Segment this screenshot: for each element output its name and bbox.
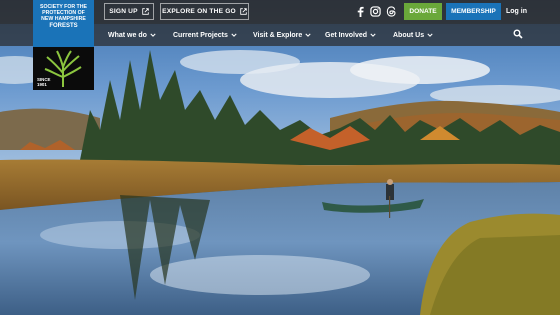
nav-label: Current Projects bbox=[173, 31, 228, 39]
nav-current-projects[interactable]: Current Projects bbox=[173, 24, 237, 46]
nav-label: Get Involved bbox=[325, 31, 368, 39]
logo-name-block: SOCIETY FOR THE PROTECTION OF NEW HAMPSH… bbox=[33, 0, 94, 47]
logo-line-forests: FORESTS bbox=[49, 23, 78, 29]
site-logo[interactable]: SOCIETY FOR THE PROTECTION OF NEW HAMPSH… bbox=[33, 0, 94, 90]
since-year: 1901 bbox=[37, 82, 47, 87]
chevron-down-icon bbox=[150, 33, 156, 37]
nav-about-us[interactable]: About Us bbox=[393, 24, 433, 46]
chevron-down-icon bbox=[370, 33, 376, 37]
external-link-icon bbox=[142, 8, 149, 15]
nav-get-involved[interactable]: Get Involved bbox=[325, 24, 376, 46]
explore-on-the-go-button[interactable]: EXPLORE ON THE GO bbox=[160, 3, 249, 20]
external-link-icon bbox=[240, 8, 247, 15]
threads-icon[interactable] bbox=[386, 6, 397, 17]
nav-label: Visit & Explore bbox=[253, 31, 303, 39]
search-icon[interactable] bbox=[513, 29, 523, 39]
login-link[interactable]: Log in bbox=[506, 3, 527, 20]
instagram-icon[interactable] bbox=[370, 6, 381, 17]
nav-label: About Us bbox=[393, 31, 425, 39]
logo-tree-block: SINCE 1901 bbox=[33, 47, 94, 90]
logo-line: NEW HAMPSHIRE bbox=[41, 16, 86, 22]
sign-up-button[interactable]: SIGN UP bbox=[104, 3, 154, 20]
nav-what-we-do[interactable]: What we do bbox=[108, 24, 156, 46]
facebook-icon[interactable] bbox=[355, 6, 366, 17]
chevron-down-icon bbox=[305, 33, 311, 37]
donate-button[interactable]: DONATE bbox=[404, 3, 442, 20]
chevron-down-icon bbox=[427, 33, 433, 37]
chevron-down-icon bbox=[231, 33, 237, 37]
logo-since: SINCE 1901 bbox=[37, 77, 50, 87]
membership-button[interactable]: MEMBERSHIP bbox=[446, 3, 501, 20]
explore-label: EXPLORE ON THE GO bbox=[162, 8, 236, 15]
nav-visit-explore[interactable]: Visit & Explore bbox=[253, 24, 311, 46]
sign-up-label: SIGN UP bbox=[109, 8, 138, 15]
nav-label: What we do bbox=[108, 31, 147, 39]
